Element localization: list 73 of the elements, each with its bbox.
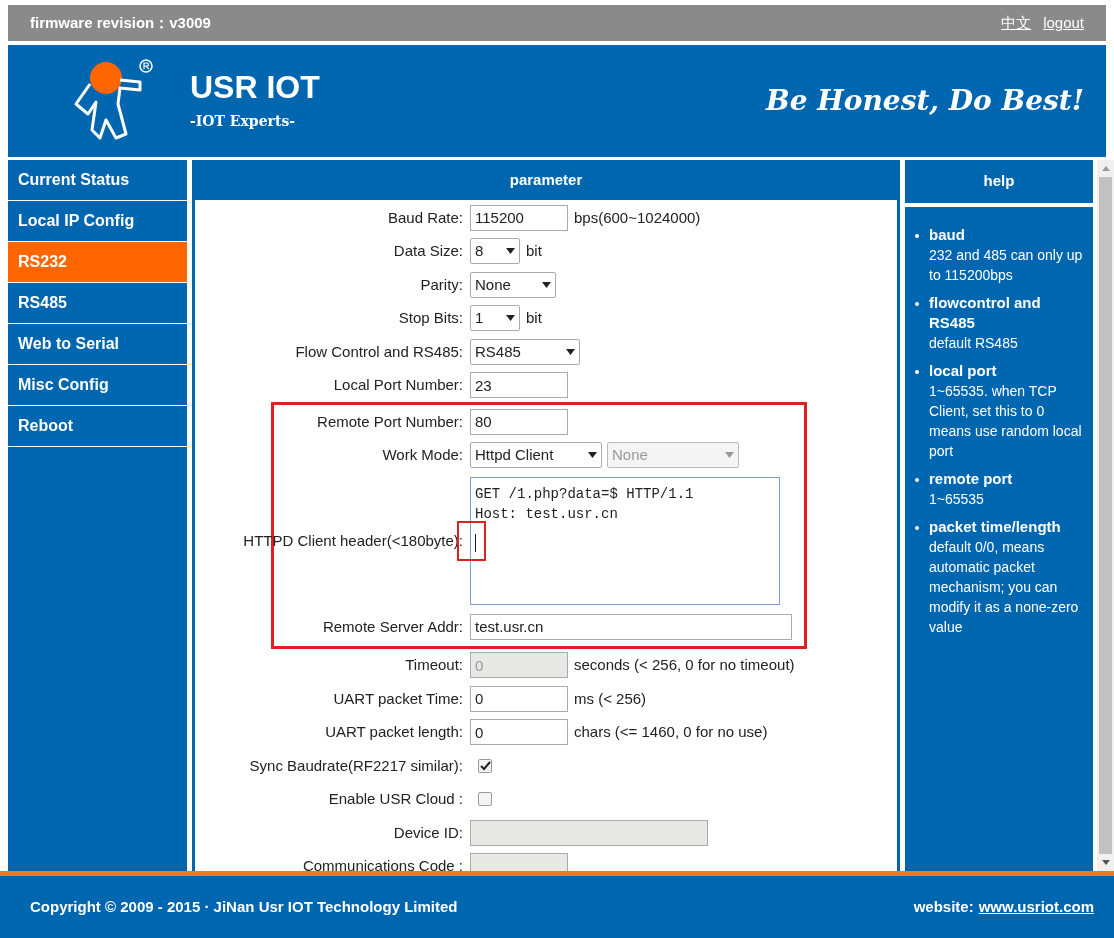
dropdown[interactable]: Httpd Client: [470, 442, 602, 469]
text-field[interactable]: test.usr.cn: [470, 613, 792, 640]
scroll-up-icon[interactable]: [1101, 166, 1110, 171]
bullet-icon: [915, 234, 919, 238]
dropdown[interactable]: 1: [470, 305, 520, 332]
dropdown[interactable]: RS485: [470, 338, 580, 365]
checkbox[interactable]: [478, 758, 492, 773]
unit-label: bps(600~1024000): [574, 207, 701, 228]
dropdown-caret-icon: [725, 452, 734, 459]
dropdown[interactable]: None: [470, 271, 556, 298]
website-link[interactable]: www.usriot.com: [978, 895, 1094, 919]
text-field[interactable]: 0: [470, 719, 568, 746]
field-label: Local Port Number:: [333, 375, 463, 395]
bullet-icon: [915, 478, 919, 482]
unit-label: ms (< 256): [574, 688, 647, 709]
field-label: UART packet Time:: [333, 688, 463, 709]
field-label: Baud Rate:: [387, 207, 463, 228]
dropdown-caret-icon: [506, 248, 515, 255]
help-term: remote port: [929, 469, 1013, 489]
header-line: Host: test.usr.cn: [475, 505, 618, 524]
checkbox[interactable]: [478, 792, 492, 807]
text-field[interactable]: 80: [470, 408, 568, 435]
help-term: flowcontrol and RS485: [929, 293, 1042, 333]
field-label: Device ID:: [393, 822, 463, 843]
unit-label: bit: [526, 241, 542, 261]
unit-label: bit: [526, 308, 542, 328]
bullet-icon: [915, 370, 919, 374]
field-label: Flow Control and RS485:: [295, 341, 463, 362]
help-term: local port: [929, 361, 998, 381]
field-label: Timeout:: [405, 655, 463, 675]
field-label: Data Size:: [393, 241, 463, 261]
unit-label: seconds (< 256, 0 for no timeout): [574, 655, 795, 675]
help-text: 1~65535. when TCP Client, set this to 0 means use random local port: [929, 382, 1083, 461]
scroll-thumb[interactable]: [1099, 177, 1112, 854]
field-label: Stop Bits:: [398, 308, 463, 328]
brand-name: USR IOT: [190, 70, 320, 103]
field-label: Remote Server Addr:: [322, 616, 463, 637]
slogan: Be Honest, Do Best!: [766, 83, 1084, 119]
dropdown-caret-icon: [542, 281, 551, 288]
firmware-revision: firmware revision：v3009: [30, 12, 211, 33]
field-label: Enable USR Cloud :: [328, 789, 463, 809]
help-text: 232 and 485 can only up to 115200bps: [929, 246, 1084, 285]
dropdown[interactable]: 8: [470, 238, 520, 265]
bullet-icon: [915, 526, 919, 530]
bullet-icon: [915, 302, 919, 306]
field-label: UART packet length:: [325, 722, 463, 742]
help-title: help: [905, 160, 1093, 203]
scrollbar[interactable]: [1097, 160, 1114, 871]
help-text: 1~65535: [929, 490, 985, 509]
brand-tagline: -IOT Experts-: [190, 111, 297, 131]
text-cursor: [475, 534, 476, 552]
text-field[interactable]: 23: [470, 372, 568, 399]
scroll-down-icon[interactable]: [1101, 860, 1110, 865]
unit-label: chars (<= 1460, 0 for no use): [574, 722, 768, 742]
field-label: Remote Port Number:: [317, 411, 463, 432]
text-field[interactable]: 115200: [470, 204, 568, 231]
header-textarea[interactable]: GET /1.php?data=$ HTTP/1.1 Host: test.usr.cn: [470, 477, 780, 605]
dropdown-caret-icon: [588, 452, 597, 459]
dropdown-caret-icon: [506, 315, 515, 322]
field-label: Sync Baudrate(RF2217 similar):: [249, 755, 463, 776]
help-text: default RS485: [929, 334, 1019, 353]
copyright-text: Copyright © 2009 - 2015 · JiNan Usr IOT Technology Limited: [30, 896, 458, 917]
field-label: Parity:: [420, 274, 463, 295]
text-field[interactable]: 0: [470, 685, 568, 712]
header-line: GET /1.php?data=$ HTTP/1.1: [475, 485, 694, 504]
help-text: default 0/0, means automatic packet mechanism; you can modify it as a none-zero value: [929, 538, 1080, 637]
panel-title: parameter: [195, 160, 897, 200]
help-term: packet time/length: [929, 517, 1062, 537]
field-label: Communications Code :: [302, 856, 463, 871]
dropdown-caret-icon: [566, 348, 575, 355]
website-label: website:: [913, 896, 974, 917]
field-label: Work Mode:: [382, 445, 463, 465]
help-term: baud: [929, 225, 966, 245]
